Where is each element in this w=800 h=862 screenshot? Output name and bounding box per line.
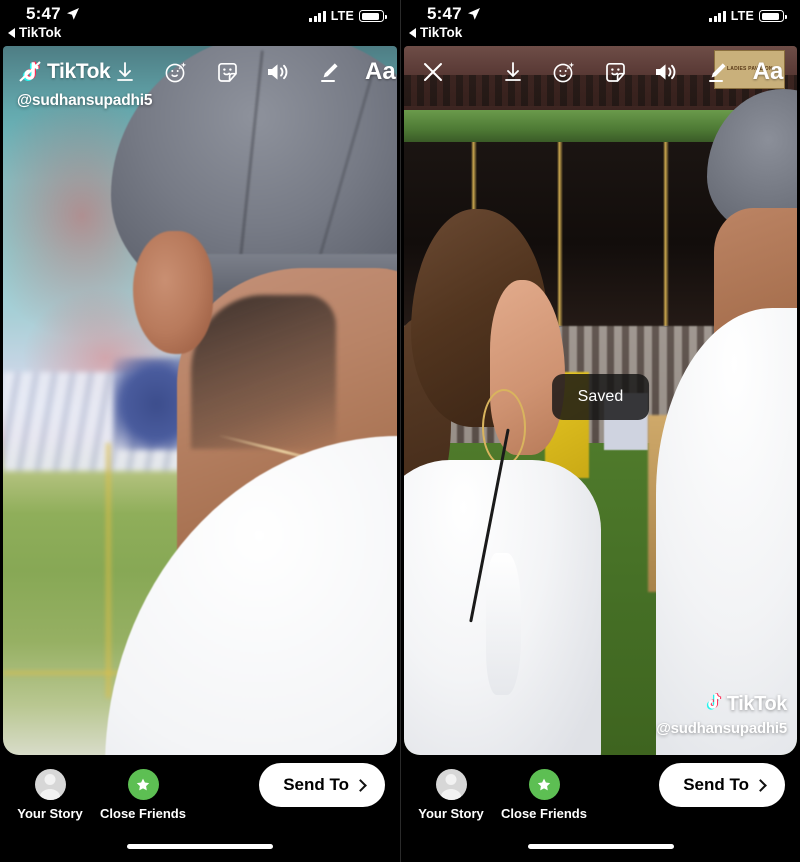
back-triangle-icon xyxy=(409,27,416,38)
sticker-smiley-icon[interactable] xyxy=(549,57,579,87)
tiktok-watermark-right: TikTok @sudhansupadhi5 xyxy=(656,690,787,737)
status-time: 5:47 xyxy=(427,4,462,23)
battery-icon xyxy=(359,10,387,22)
status-bar-right: 5:47 TikTok LTE xyxy=(401,0,800,46)
back-label: TikTok xyxy=(19,25,62,40)
close-button[interactable] xyxy=(418,57,448,87)
chevron-right-icon xyxy=(354,778,367,792)
back-label: TikTok xyxy=(420,25,463,40)
tiktok-note-icon xyxy=(702,690,724,719)
text-icon[interactable]: Aa xyxy=(752,57,784,87)
tiktok-brand-label: TikTok xyxy=(47,60,111,83)
download-icon[interactable] xyxy=(498,57,528,87)
send-to-button-right[interactable]: Send To xyxy=(659,763,785,807)
creator-handle-right: @sudhansupadhi5 xyxy=(656,720,787,737)
sticker-square-icon[interactable] xyxy=(600,57,630,87)
editor-toolbar-right: Aa xyxy=(404,46,797,98)
status-right-cluster: LTE xyxy=(709,9,787,23)
tiktok-watermark-label: TikTok xyxy=(726,693,788,715)
network-label: LTE xyxy=(730,9,754,23)
dress-bow xyxy=(486,552,522,695)
man-in-white-right xyxy=(655,88,797,755)
tiktok-note-slashed-icon xyxy=(17,59,43,85)
status-right-cluster: LTE xyxy=(309,9,387,23)
battery-icon xyxy=(759,10,787,22)
signal-bars-icon xyxy=(309,10,326,22)
chevron-right-icon xyxy=(754,778,767,792)
status-time: 5:47 xyxy=(26,4,61,23)
close-friends-option[interactable]: Close Friends xyxy=(497,769,591,821)
person-ear xyxy=(133,231,213,354)
person-head xyxy=(90,46,397,559)
your-story-label: Your Story xyxy=(418,806,484,821)
text-icon[interactable]: Aa xyxy=(365,57,396,87)
your-story-option[interactable]: Your Story xyxy=(14,769,86,821)
home-indicator xyxy=(527,844,674,849)
white-shirt xyxy=(655,308,797,755)
sticker-square-icon[interactable] xyxy=(212,57,242,87)
network-label: LTE xyxy=(330,9,354,23)
sticker-smiley-icon[interactable] xyxy=(161,57,191,87)
tiktok-brand-watermark: TikTok xyxy=(17,59,111,85)
close-friends-label: Close Friends xyxy=(100,806,186,821)
volume-icon[interactable] xyxy=(263,57,293,87)
star-icon xyxy=(127,769,159,800)
back-to-tiktok-button[interactable]: TikTok xyxy=(8,25,61,40)
avatar-placeholder-icon xyxy=(34,769,66,800)
share-bar-left: Your Story Close Friends Send To xyxy=(0,755,400,862)
story-preview-right[interactable]: LADIES PAVILION Aa Saved TikTok @sudhans… xyxy=(404,46,797,755)
star-icon xyxy=(528,769,560,800)
screenshot-root: 5:47 TikTok LTE TikTok Aa @sudhansupadhi… xyxy=(0,0,800,862)
back-to-tiktok-button[interactable]: TikTok xyxy=(409,25,462,40)
volume-icon[interactable] xyxy=(651,57,681,87)
download-icon[interactable] xyxy=(110,57,140,87)
close-friends-option[interactable]: Close Friends xyxy=(96,769,190,821)
share-bar-right: Your Story Close Friends Send To xyxy=(401,755,800,862)
story-share-screen-left: 5:47 TikTok LTE TikTok Aa @sudhansupadhi… xyxy=(0,0,400,862)
saved-toast: Saved xyxy=(551,373,650,420)
woman-in-white-dress xyxy=(404,209,601,755)
send-to-button-left[interactable]: Send To xyxy=(259,763,385,807)
signal-bars-icon xyxy=(709,10,726,22)
draw-pen-icon[interactable] xyxy=(702,57,732,87)
draw-pen-icon[interactable] xyxy=(314,57,344,87)
send-to-label: Send To xyxy=(683,775,749,794)
story-preview-left[interactable]: TikTok Aa @sudhansupadhi5 xyxy=(3,46,397,755)
home-indicator xyxy=(127,844,273,849)
text-icon-label: Aa xyxy=(752,58,784,85)
send-to-label: Send To xyxy=(283,775,349,794)
text-icon-label: Aa xyxy=(365,58,396,85)
close-x-icon[interactable] xyxy=(418,57,448,87)
creator-handle-left: @sudhansupadhi5 xyxy=(17,92,153,109)
your-story-option[interactable]: Your Story xyxy=(415,769,487,821)
story-share-screen-right: 5:47 TikTok LTE LADIES PAVILION Aa Saved… xyxy=(400,0,800,862)
person-hairline xyxy=(191,295,337,450)
close-friends-label: Close Friends xyxy=(501,806,587,821)
toolbar-icon-group-right: Aa xyxy=(498,57,783,87)
your-story-label: Your Story xyxy=(17,806,83,821)
back-triangle-icon xyxy=(8,27,15,38)
editor-toolbar-left: TikTok Aa xyxy=(3,46,397,98)
status-bar-left: 5:47 TikTok LTE xyxy=(0,0,400,46)
story-photo-left xyxy=(3,46,397,755)
avatar-placeholder-icon xyxy=(435,769,467,800)
toolbar-icon-group-left: Aa xyxy=(110,57,396,87)
